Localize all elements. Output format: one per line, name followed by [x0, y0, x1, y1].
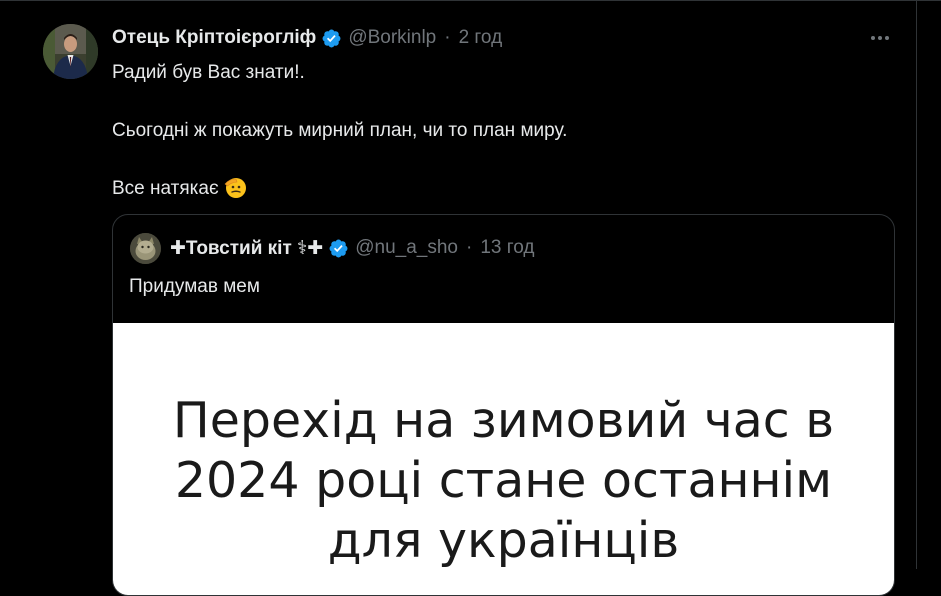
avatar-photo: [43, 24, 98, 79]
tweet-header: Отець Кріптоієрогліф @Borkinlp · 2 год: [112, 26, 502, 50]
tweet-text-line: Сьогодні ж покажуть мирний план, чи то п…: [112, 117, 892, 145]
separator-dot: ·: [466, 237, 472, 259]
quoted-tweet-timestamp[interactable]: 13 год: [480, 237, 534, 259]
author-avatar[interactable]: [43, 24, 98, 79]
column-divider: [916, 0, 917, 569]
separator-dot: ·: [444, 27, 450, 49]
meme-caption-line: для українців: [113, 511, 894, 571]
verified-badge-icon: [321, 28, 342, 49]
tweet-text-line: Все натякає: [112, 175, 892, 203]
meme-caption-line: 2024 році стане останнім: [113, 451, 894, 511]
meme-caption-line: Перехід на зимовий час в: [113, 391, 894, 451]
tweet-body: Радий був Вас знати!. Сьогодні ж покажут…: [112, 59, 892, 203]
meme-caption: Перехід на зимовий час в 2024 році стане…: [113, 391, 894, 571]
quoted-author-display-name[interactable]: ✚Товстий кіт ⚕✚: [170, 237, 323, 260]
tweet-text-line: Радий був Вас знати!.: [112, 59, 892, 87]
author-handle[interactable]: @Borkinlp: [348, 27, 436, 49]
quoted-author-avatar[interactable]: [130, 233, 161, 264]
quoted-tweet[interactable]: ✚Товстий кіт ⚕✚ @nu_a_sho · 13 год Приду…: [112, 214, 895, 596]
saluting-face-emoji-icon: [223, 175, 247, 208]
tweet-text-line-content: Все натякає: [112, 178, 219, 199]
tweet[interactable]: Отець Кріптоієрогліф @Borkinlp · 2 год Р…: [0, 0, 916, 569]
verified-badge-icon: [328, 238, 349, 259]
quoted-author-handle[interactable]: @nu_a_sho: [355, 237, 458, 259]
tweet-timestamp[interactable]: 2 год: [459, 27, 503, 49]
quoted-tweet-header: ✚Товстий кіт ⚕✚ @nu_a_sho · 13 год: [130, 232, 535, 264]
author-display-name[interactable]: Отець Кріптоієрогліф: [112, 27, 316, 49]
more-options-button[interactable]: [866, 28, 894, 48]
quoted-tweet-text: Придумав мем: [129, 273, 260, 301]
cat-avatar-photo: [130, 233, 161, 264]
more-horizontal-icon: [870, 35, 890, 41]
meme-image[interactable]: Перехід на зимовий час в 2024 році стане…: [113, 323, 894, 596]
